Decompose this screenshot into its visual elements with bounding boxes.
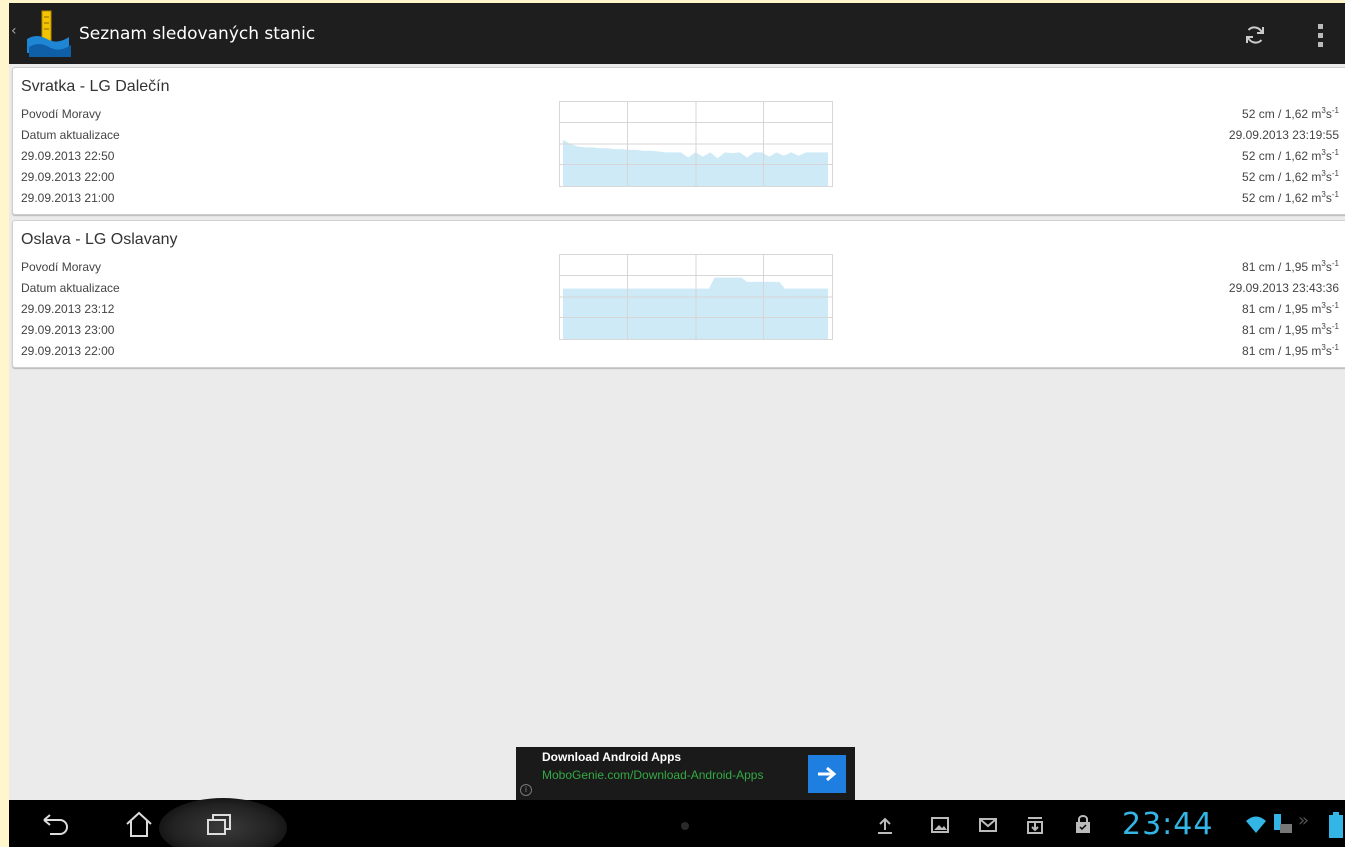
basin-label: Povodí Moravy (21, 107, 102, 121)
history-row: 29.09.2013 21:00 52 cm / 1,62 m3s-1 (21, 188, 1339, 209)
gmail-icon (979, 818, 997, 832)
ad-banner[interactable]: Download Android Apps MoboGenie.com/Down… (516, 747, 855, 800)
current-value: 81 cm / 1,95 m3s-1 (1242, 259, 1339, 275)
shopping-bag-icon (1076, 815, 1090, 833)
history-row: 29.09.2013 22:00 81 cm / 1,95 m3s-1 (21, 341, 1339, 362)
app-logo-icon[interactable] (23, 9, 75, 59)
home-button[interactable] (109, 804, 169, 844)
refresh-icon (1246, 26, 1264, 44)
shopping-notification[interactable] (1070, 812, 1096, 838)
history-time: 29.09.2013 22:00 (21, 344, 115, 358)
station-card[interactable]: Oslava - LG Oslavany Povodí Moravy 81 cm… (12, 220, 1345, 368)
refresh-button[interactable] (1233, 13, 1277, 57)
updated-label: Datum aktualizace (21, 128, 120, 142)
download-notification[interactable] (1022, 812, 1048, 838)
up-caret-icon[interactable]: ‹ (11, 23, 17, 39)
ad-title: Download Android Apps (542, 750, 682, 764)
history-time: 29.09.2013 22:00 (21, 170, 115, 184)
back-button[interactable] (25, 804, 85, 844)
back-icon (43, 814, 68, 835)
updated-value: 29.09.2013 23:43:36 (1228, 281, 1339, 295)
download-icon (1027, 817, 1043, 834)
gmail-notification[interactable] (975, 812, 1001, 838)
history-time: 29.09.2013 22:50 (21, 149, 115, 163)
battery-icon (1329, 812, 1343, 838)
screen: ‹ Seznam sledovaných stanic Svratka - LG… (9, 3, 1345, 847)
ad-text: MoboGenie.com/Download-Android-Apps (542, 768, 764, 782)
water-level-chart (559, 254, 833, 340)
water-level-chart (559, 101, 833, 187)
overflow-dot (1317, 23, 1323, 29)
upload-notification[interactable] (872, 812, 898, 838)
updated-label: Datum aktualizace (21, 281, 120, 295)
history-value: 52 cm / 1,62 m3s-1 (1242, 148, 1339, 164)
gallery-icon (931, 817, 949, 833)
history-value: 52 cm / 1,62 m3s-1 (1242, 190, 1339, 206)
arrow-right-icon (818, 766, 837, 782)
recent-apps-icon (207, 814, 231, 835)
more-status-icon: » (1298, 810, 1310, 831)
system-nav-bar: 23:44 » (9, 798, 1345, 847)
history-value: 81 cm / 1,95 m3s-1 (1242, 322, 1339, 338)
station-name: Oslava - LG Oslavany (21, 231, 178, 248)
overflow-menu-button[interactable] (1305, 13, 1335, 57)
page-title: Seznam sledovaných stanic (79, 24, 316, 44)
status-clock[interactable]: 23:44 (1122, 800, 1213, 847)
history-time: 29.09.2013 23:00 (21, 323, 115, 337)
overflow-dot (1317, 32, 1323, 38)
current-value: 52 cm / 1,62 m3s-1 (1242, 106, 1339, 122)
station-card[interactable]: Svratka - LG Dalečín Povodí Moravy 52 cm… (12, 67, 1345, 215)
updated-value: 29.09.2013 23:19:55 (1228, 128, 1339, 142)
upload-icon (878, 817, 892, 834)
history-value: 52 cm / 1,62 m3s-1 (1242, 169, 1339, 185)
action-bar: ‹ Seznam sledovaných stanic (9, 3, 1345, 64)
basin-label: Povodí Moravy (21, 260, 102, 274)
history-value: 81 cm / 1,95 m3s-1 (1242, 301, 1339, 317)
history-time: 29.09.2013 21:00 (21, 191, 115, 205)
ad-open-button[interactable] (808, 755, 846, 793)
history-value: 81 cm / 1,95 m3s-1 (1242, 343, 1339, 359)
history-time: 29.09.2013 23:12 (21, 302, 115, 316)
ad-info-icon[interactable]: i (520, 784, 532, 796)
keyboard-icon (1274, 814, 1292, 833)
overflow-dot (1317, 41, 1323, 47)
station-name: Svratka - LG Dalečín (21, 78, 170, 95)
gallery-notification[interactable] (927, 812, 953, 838)
wifi-icon (1246, 816, 1266, 833)
home-icon (126, 811, 152, 837)
nav-dot (681, 822, 689, 830)
recent-apps-button[interactable] (189, 804, 249, 844)
